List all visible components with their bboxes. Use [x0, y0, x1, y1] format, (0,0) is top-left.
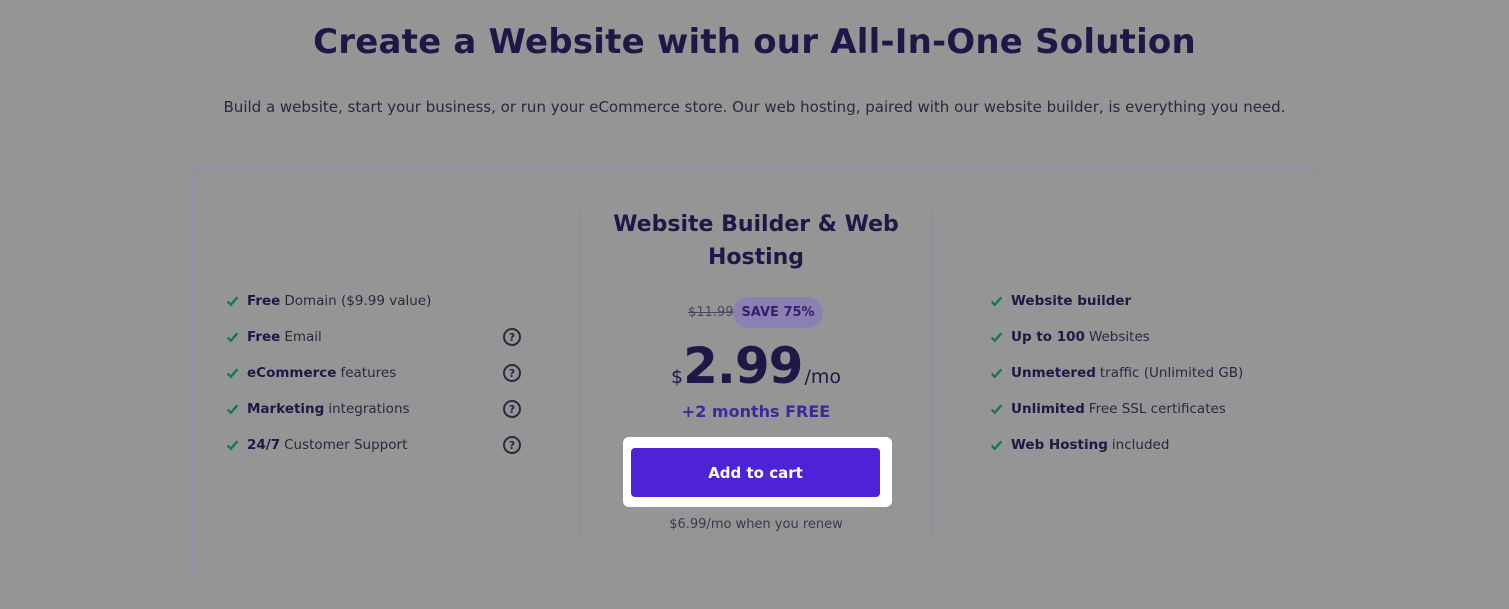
left-feature-list: Free Domain ($9.99 value) Free Email ? e… — [226, 290, 526, 470]
bonus-offer: +2 months FREE — [681, 402, 831, 421]
page-title: Create a Website with our All-In-One Sol… — [313, 22, 1196, 62]
feature-item-ssl: Unlimited Free SSL certificates — [990, 398, 1290, 434]
check-icon — [990, 332, 1003, 343]
question-circle-icon[interactable]: ? — [503, 328, 521, 346]
page: Create a Website with our All-In-One Sol… — [0, 0, 1509, 609]
feature-text: Domain ($9.99 value) — [284, 293, 432, 309]
check-icon — [226, 440, 239, 451]
column-divider-right — [932, 210, 933, 537]
price-period: /mo — [804, 366, 841, 388]
check-icon — [990, 440, 1003, 451]
check-icon — [226, 332, 239, 343]
feature-item-traffic: Unmetered traffic (Unlimited GB) — [990, 362, 1290, 398]
plan-name: Website Builder & Web Hosting — [613, 212, 899, 270]
question-circle-icon[interactable]: ? — [503, 436, 521, 454]
feature-text: Email — [284, 329, 322, 345]
price: $ 2.99 /mo — [580, 336, 932, 396]
feature-text: Free SSL certificates — [1088, 401, 1226, 417]
feature-item-free-email: Free Email ? — [226, 326, 526, 362]
right-feature-list: Website builder Up to 100 Websites Unmet… — [990, 290, 1290, 470]
price-currency: $ — [670, 366, 684, 388]
page-subtitle: Build a website, start your business, or… — [223, 98, 1286, 116]
feature-bold: Unmetered — [1011, 365, 1096, 381]
question-circle-icon[interactable]: ? — [503, 364, 521, 382]
feature-text: integrations — [328, 401, 410, 417]
check-icon — [990, 404, 1003, 415]
check-icon — [226, 296, 239, 307]
check-icon — [990, 368, 1003, 379]
check-icon — [990, 296, 1003, 307]
original-price: $11.99 — [688, 305, 734, 320]
feature-bold: Unlimited — [1011, 401, 1085, 417]
renewal-note: $6.99/mo when you renew — [669, 517, 843, 532]
feature-bold: Free — [247, 329, 281, 345]
feature-bold: Free — [247, 293, 281, 309]
feature-bold: Website builder — [1011, 293, 1132, 309]
feature-item-free-domain: Free Domain ($9.99 value) — [226, 290, 526, 326]
feature-bold: Web Hosting — [1011, 437, 1108, 453]
save-badge: SAVE 75% — [733, 297, 823, 328]
feature-item-website-builder: Website builder — [990, 290, 1290, 326]
feature-bold: Marketing — [247, 401, 325, 417]
price-amount: 2.99 — [683, 337, 803, 395]
check-icon — [226, 368, 239, 379]
feature-bold: Up to 100 — [1011, 329, 1085, 345]
feature-bold: 24/7 — [247, 437, 281, 453]
feature-text: traffic (Unlimited GB) — [1099, 365, 1244, 381]
feature-item-websites: Up to 100 Websites — [990, 326, 1290, 362]
feature-item-support: 24/7 Customer Support ? — [226, 434, 526, 470]
feature-text: features — [340, 365, 397, 381]
add-to-cart-button[interactable]: Add to cart — [631, 448, 880, 497]
feature-text: Customer Support — [284, 437, 408, 453]
feature-item-web-hosting: Web Hosting included — [990, 434, 1290, 470]
feature-text: Websites — [1088, 329, 1150, 345]
question-circle-icon[interactable]: ? — [503, 400, 521, 418]
feature-text: included — [1111, 437, 1170, 453]
check-icon — [226, 404, 239, 415]
feature-item-marketing: Marketing integrations ? — [226, 398, 526, 434]
feature-bold: eCommerce — [247, 365, 337, 381]
feature-item-ecommerce: eCommerce features ? — [226, 362, 526, 398]
